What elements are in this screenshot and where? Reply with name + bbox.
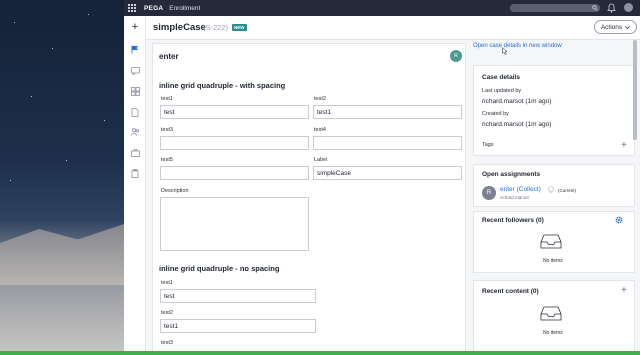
test4-input[interactable] [313,136,462,150]
assignment-avatar: R [482,186,496,200]
case-title: simpleCase [153,22,206,33]
flag-icon[interactable] [130,44,140,54]
assignment-link[interactable]: enter (Collect) [500,186,541,193]
taskbar-strip [0,351,640,355]
document-icon[interactable] [130,107,140,117]
field-label: test2 [314,96,326,102]
label-input[interactable]: simpleCase [313,166,462,180]
cursor-icon [502,47,508,55]
case-details-card: Case details Last updated by richard.mar… [473,65,635,156]
test1-input[interactable]: test [160,105,309,119]
inbox-tray-icon [540,234,562,249]
top-bar: PEGA Enrollment [124,0,640,16]
field-label: test3 [161,127,173,133]
panel-scrollbar[interactable] [633,40,637,140]
bell-icon[interactable] [607,3,616,13]
recent-content-card: Recent content (0) + No items [473,280,635,353]
field-label: test5 [161,157,173,163]
case-id: (S-222) [203,23,229,32]
info-icon [548,186,554,193]
case-header: simpleCase (S-222) NEW Actions [146,16,640,40]
test1-input-no-spacing[interactable]: test [160,289,316,303]
users-icon[interactable] [130,127,140,137]
brand-logo: PEGA [144,4,164,12]
content-empty-text: No items [543,330,563,336]
chat-icon[interactable] [130,66,140,76]
open-assignments-title: Open assignments [482,171,541,178]
description-textarea[interactable] [160,197,309,251]
search-input[interactable] [510,4,600,12]
field-label: test2 [161,310,173,316]
field-label: test1 [161,96,173,102]
status-badge: NEW [232,24,247,31]
search-icon [592,5,598,11]
user-icon[interactable] [624,3,633,12]
recent-followers-card: Recent followers (0) No items [473,211,635,273]
assignment-user: richard.marsot [500,195,529,200]
step-title: enter [159,52,179,61]
pega-app-window: PEGA Enrollment + simpleCase (S-222) NEW… [124,0,640,353]
add-tag-plus-icon[interactable]: + [621,141,627,151]
chevron-down-icon [625,25,631,29]
recent-followers-title: Recent followers (0) [482,217,544,224]
open-assignments-card: Open assignments R enter (Collect) (Curr… [473,164,635,207]
clipboard-icon[interactable] [130,168,140,178]
section-title-no-spacing: inline grid quadruple - no spacing [159,264,280,273]
assignment-status: (Current) [558,188,577,193]
plus-icon[interactable]: + [130,22,140,33]
assignment-form: enter R inline grid quadruple - with spa… [152,43,466,353]
test2-input-no-spacing[interactable]: test1 [160,319,316,333]
app-grid-icon[interactable] [124,0,140,16]
dashboard-icon[interactable] [130,86,140,96]
case-side-panel: Open case details in new window Case det… [473,40,635,353]
case-details-title: Case details [482,74,520,81]
field-label: test4 [314,127,326,133]
section-title-with-spacing: inline grid quadruple - with spacing [159,81,286,90]
created-by-value: richard.marsot (1m ago) [482,121,552,128]
test3-input[interactable] [160,136,309,150]
add-content-plus-icon[interactable]: + [621,286,627,296]
gear-icon[interactable] [615,216,623,224]
tags-label: Tags [482,142,494,148]
last-updated-value: richard.marsot (1m ago) [482,98,552,105]
inbox-tray-icon [540,306,562,321]
open-case-details-link[interactable]: Open case details in new window [473,43,573,49]
left-navigation: + [124,16,146,353]
last-updated-label: Last updated by [482,88,522,94]
created-by-label: Created by [482,111,509,117]
test5-input[interactable] [160,166,309,180]
field-label: test1 [161,280,173,286]
app-name[interactable]: Enrollment [169,5,200,12]
briefcase-icon[interactable] [130,148,140,158]
recent-content-title: Recent content (0) [482,288,539,295]
field-label: Description [161,188,189,194]
followers-empty-text: No items [543,258,563,264]
actions-button[interactable]: Actions [594,20,637,34]
field-label: test3 [161,340,173,346]
avatar[interactable]: R [450,50,462,62]
field-label: Label [314,157,328,163]
actions-button-label: Actions [600,23,623,31]
test2-input[interactable]: test1 [313,105,462,119]
